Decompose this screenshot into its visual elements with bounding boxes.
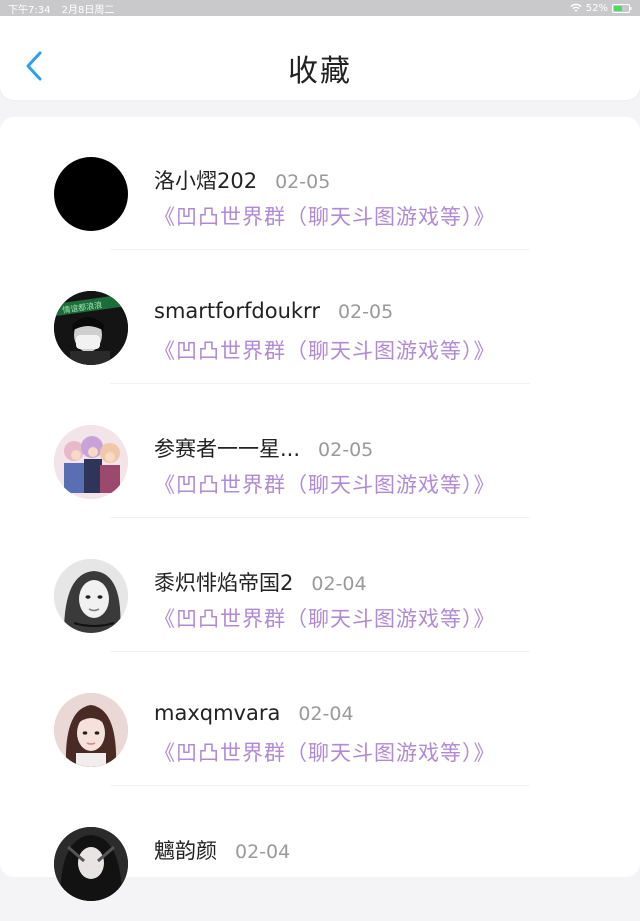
list-item[interactable]: 情谊都浪浪 smartforfdoukrr 02-05 《凹凸世界群（聊天斗图游… [0, 251, 640, 385]
divider [110, 383, 530, 384]
group-link[interactable]: 《凹凸世界群（聊天斗图游戏等）》 [154, 469, 496, 499]
battery-icon [612, 3, 632, 13]
nav-header: 收藏 [0, 16, 640, 100]
avatar [54, 693, 128, 767]
status-right: 52% [570, 3, 632, 14]
page-title: 收藏 [288, 54, 352, 89]
divider [110, 249, 530, 250]
list-item[interactable]: 魑韵颜 02-04 [0, 787, 640, 921]
battery-percent: 52% [585, 2, 608, 14]
list-item[interactable]: 洛小熠202 02-05 《凹凸世界群（聊天斗图游戏等）》 [0, 117, 640, 251]
avatar [54, 425, 128, 499]
name-line: 黍炽悱焰帝国2 02-04 [154, 567, 367, 597]
divider [110, 785, 530, 786]
avatar [54, 559, 128, 633]
status-date: 2月8日周二 [61, 4, 115, 16]
group-link[interactable]: 《凹凸世界群（聊天斗图游戏等）》 [154, 201, 496, 231]
item-date: 02-05 [318, 439, 374, 461]
list-item[interactable]: 黍炽悱焰帝国2 02-04 《凹凸世界群（聊天斗图游戏等）》 [0, 519, 640, 653]
user-name: 魑韵颜 [154, 839, 217, 863]
masked-person-image: 情谊都浪浪 [54, 291, 128, 365]
name-line: 洛小熠202 02-05 [154, 165, 330, 195]
girl-portrait-image [54, 693, 128, 767]
dark-anime-image [54, 827, 128, 901]
status-time: 下午7:34 [8, 4, 51, 16]
status-bar: 下午7:34 2月8日周二 52% [0, 0, 640, 16]
user-name: 参赛者一一星... [154, 437, 301, 461]
list-item[interactable]: maxqmvara 02-04 《凹凸世界群（聊天斗图游戏等）》 [0, 653, 640, 787]
user-name: 洛小熠202 [154, 169, 258, 193]
user-name: smartforfdoukrr [154, 299, 320, 323]
avatar [54, 827, 128, 901]
anime-group-image [54, 425, 128, 499]
avatar: 情谊都浪浪 [54, 291, 128, 365]
item-date: 02-04 [311, 573, 367, 595]
group-link[interactable]: 《凹凸世界群（聊天斗图游戏等）》 [154, 603, 496, 633]
item-date: 02-04 [235, 841, 291, 863]
item-date: 02-04 [298, 703, 354, 725]
avatar [54, 157, 128, 231]
grayscale-portrait-image [54, 559, 128, 633]
user-name: maxqmvara [154, 701, 281, 725]
user-name: 黍炽悱焰帝国2 [154, 571, 294, 595]
name-line: 参赛者一一星... 02-05 [154, 433, 373, 463]
favorites-list: 洛小熠202 02-05 《凹凸世界群（聊天斗图游戏等）》 情谊都浪浪 smar… [0, 117, 640, 901]
item-date: 02-05 [275, 171, 331, 193]
status-left: 下午7:34 2月8日周二 [8, 1, 122, 16]
divider [110, 651, 530, 652]
name-line: maxqmvara 02-04 [154, 701, 354, 725]
name-line: smartforfdoukrr 02-05 [154, 299, 393, 323]
wifi-icon [570, 3, 582, 12]
item-date: 02-05 [337, 301, 394, 323]
list-item[interactable]: 参赛者一一星... 02-05 《凹凸世界群（聊天斗图游戏等）》 [0, 385, 640, 519]
name-line: 魑韵颜 02-04 [154, 835, 290, 865]
group-link[interactable]: 《凹凸世界群（聊天斗图游戏等）》 [154, 335, 496, 365]
divider [110, 517, 530, 518]
group-link[interactable]: 《凹凸世界群（聊天斗图游戏等）》 [154, 737, 496, 767]
